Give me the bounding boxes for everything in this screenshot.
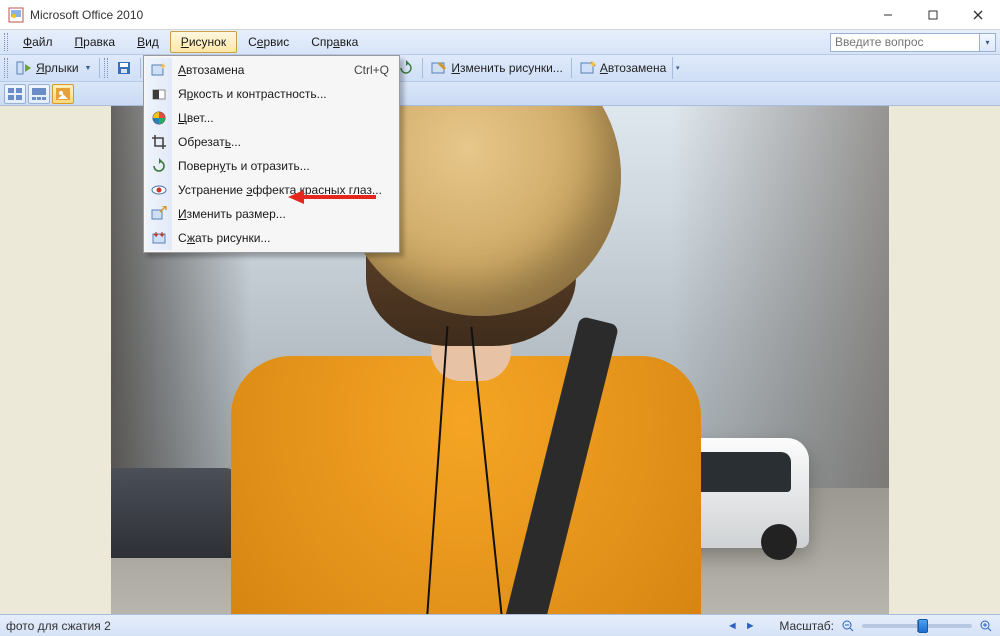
close-button[interactable]: [955, 0, 1000, 30]
help-search: ▾: [830, 33, 996, 52]
compress-icon: [151, 230, 167, 246]
help-search-input[interactable]: [830, 33, 980, 52]
menu-file[interactable]: Файл: [12, 31, 64, 53]
filmstrip-icon: [32, 88, 46, 100]
help-search-dropdown[interactable]: ▾: [980, 33, 996, 52]
autofix-button[interactable]: Автозамена: [576, 57, 670, 79]
save-button[interactable]: [112, 57, 136, 79]
zoom-slider[interactable]: [862, 624, 972, 628]
menu-item-color[interactable]: Цвет...: [146, 106, 397, 130]
menubar-grip[interactable]: [4, 33, 8, 51]
menu-picture[interactable]: Рисунок: [170, 31, 237, 53]
menu-bar: Файл Правка Вид Рисунок Сервис Справка ▾: [0, 30, 1000, 55]
toolbar-grip-1[interactable]: [4, 58, 8, 78]
menu-edit[interactable]: Правка: [64, 31, 127, 53]
app-title: Microsoft Office 2010: [30, 8, 143, 22]
edit-pictures-button[interactable]: Изменить рисунки...: [427, 57, 566, 79]
rotate-icon: [151, 158, 167, 174]
app-icon: [8, 7, 24, 23]
menu-item-autofix[interactable]: Автозамена Ctrl+Q: [146, 58, 397, 82]
title-bar: Microsoft Office 2010: [0, 0, 1000, 30]
menu-item-brightness[interactable]: Яркость и контрастность...: [146, 82, 397, 106]
single-view-icon: [56, 88, 70, 100]
picture-menu-dropdown: Автозамена Ctrl+Q Яркость и контрастност…: [143, 55, 400, 253]
autofix-icon: [151, 62, 167, 78]
menu-shortcut: Ctrl+Q: [354, 63, 389, 77]
color-icon: [151, 110, 167, 126]
view-thumbnails-button[interactable]: [4, 84, 26, 104]
thumbnails-icon: [8, 88, 22, 100]
redeye-icon: [151, 182, 167, 198]
menu-item-rotate[interactable]: Повернуть и отразить...: [146, 154, 397, 178]
shortcuts-icon: [16, 60, 32, 76]
minimize-button[interactable]: [865, 0, 910, 30]
annotation-arrow: [288, 187, 378, 207]
rotate-right-icon: [398, 60, 414, 76]
save-icon: [116, 60, 132, 76]
resize-icon: [151, 206, 167, 222]
toolbar-overflow[interactable]: ▾: [672, 57, 682, 79]
next-image-button[interactable]: ►: [741, 617, 759, 635]
chevron-down-icon: ▼: [85, 65, 92, 72]
menu-help[interactable]: Справка: [300, 31, 369, 53]
shortcuts-button[interactable]: Ярлыки ▼: [12, 57, 95, 79]
toolbar-grip-2[interactable]: [104, 58, 108, 78]
view-filmstrip-button[interactable]: [28, 84, 50, 104]
maximize-button[interactable]: [910, 0, 955, 30]
crop-icon: [151, 134, 167, 150]
brightness-icon: [151, 86, 167, 102]
status-filename: фото для сжатия 2: [6, 619, 111, 633]
menu-item-crop[interactable]: Обрезать...: [146, 130, 397, 154]
zoom-label: Масштаб:: [779, 619, 834, 633]
prev-image-button[interactable]: ◄: [723, 617, 741, 635]
menu-item-compress[interactable]: Сжать рисунки...: [146, 226, 397, 250]
edit-pictures-icon: [431, 60, 447, 76]
zoom-in-button[interactable]: [978, 618, 994, 634]
autofix-icon: [580, 60, 596, 76]
zoom-out-button[interactable]: [840, 618, 856, 634]
menu-view[interactable]: Вид: [126, 31, 170, 53]
menu-tools[interactable]: Сервис: [237, 31, 300, 53]
view-single-button[interactable]: [52, 84, 74, 104]
status-bar: фото для сжатия 2 ◄ ► Масштаб:: [0, 614, 1000, 636]
